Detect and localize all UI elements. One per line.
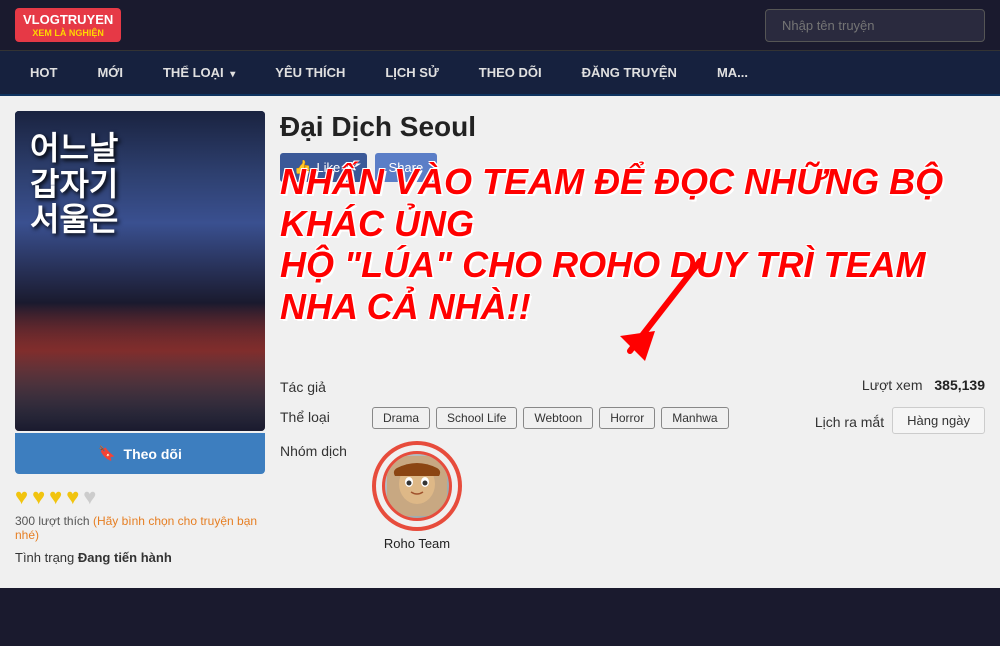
nav-yeuthich[interactable]: YÊU THÍCH xyxy=(255,51,365,94)
bookmark-icon: 🔖 xyxy=(98,445,115,462)
thumbs-up-icon: 👍 xyxy=(294,159,311,176)
meta-author-views: Tác giả Lượt xem 385,139 xyxy=(280,377,985,407)
genre-manhwa[interactable]: Manhwa xyxy=(661,407,728,429)
author-col: Tác giả xyxy=(280,377,832,407)
nav-theodoi[interactable]: THEO DÕI xyxy=(459,51,562,94)
views-row: Lượt xem 385,139 xyxy=(862,377,985,395)
like-count: 0 xyxy=(345,160,352,175)
manga-cover: VLOGTRUYEN XEM LÀ NGHIỆN 어느날갑자기서울은 xyxy=(15,111,265,431)
star-4[interactable]: ♥ xyxy=(66,484,79,510)
star-3[interactable]: ♥ xyxy=(49,484,62,510)
schedule-col: Lịch ra mắt Hàng ngày xyxy=(815,407,985,441)
translator-group[interactable]: Roho Team xyxy=(372,441,462,551)
genre-drama[interactable]: Drama xyxy=(372,407,430,429)
genre-row: Thể loại Drama School Life Webtoon Horro… xyxy=(280,407,785,429)
header: VLOGTRUYEN XEM LÀ NGHIỆN xyxy=(0,0,1000,51)
avatar xyxy=(382,451,452,521)
meta-section: Tác giả Lượt xem 385,139 Thể loại Drama … xyxy=(280,377,985,551)
main-content: VLOGTRUYEN XEM LÀ NGHIỆN 어느날갑자기서울은 🔖 The… xyxy=(0,96,1000,588)
nav-hot[interactable]: HOT xyxy=(10,51,77,94)
left-panel: VLOGTRUYEN XEM LÀ NGHIỆN 어느날갑자기서울은 🔖 The… xyxy=(15,111,265,573)
logo[interactable]: VLOGTRUYEN XEM LÀ NGHIỆN xyxy=(15,8,121,42)
genre-horror[interactable]: Horror xyxy=(599,407,655,429)
nav-more[interactable]: MA... xyxy=(697,51,768,94)
share-button[interactable]: Share xyxy=(375,153,438,182)
like-label: Like xyxy=(316,160,340,175)
views-col: Lượt xem 385,139 xyxy=(862,377,985,407)
genre-schoollife[interactable]: School Life xyxy=(436,407,517,429)
author-label: Tác giả xyxy=(280,377,360,395)
schedule-value: Hàng ngày xyxy=(892,407,985,434)
schedule-label: Lịch ra mắt xyxy=(815,412,884,430)
logo-icon: VLOGTRUYEN XEM LÀ NGHIỆN xyxy=(15,8,121,42)
nav-moi[interactable]: MỚI xyxy=(77,51,143,94)
status-row: Tình trạng Đang tiến hành xyxy=(15,542,265,573)
rating-info: 300 lượt thích (Hãy bình chọn cho truyện… xyxy=(15,514,265,542)
translator-name: Roho Team xyxy=(384,536,450,551)
manga-title: Đại Dịch Seoul xyxy=(280,111,985,143)
star-5[interactable]: ♥ xyxy=(83,484,96,510)
translator-label: Nhóm dịch xyxy=(280,441,360,459)
translator-row: Nhóm dịch xyxy=(280,441,985,551)
genre-webtoon[interactable]: Webtoon xyxy=(523,407,593,429)
schedule-row: Lịch ra mắt Hàng ngày xyxy=(815,407,985,434)
nav-dangtruyen[interactable]: ĐĂNG TRUYỆN xyxy=(562,51,697,94)
status-value: Đang tiến hành xyxy=(78,550,172,565)
genre-col: Thể loại Drama School Life Webtoon Horro… xyxy=(280,407,785,441)
genre-tags: Drama School Life Webtoon Horror Manhwa xyxy=(372,407,729,429)
follow-button[interactable]: 🔖 Theo dõi xyxy=(15,433,265,474)
meta-genre-schedule: Thể loại Drama School Life Webtoon Horro… xyxy=(280,407,985,441)
rating-count: 300 lượt thích xyxy=(15,514,90,528)
translator-circle xyxy=(372,441,462,531)
genre-label: Thể loại xyxy=(280,407,360,425)
main-nav: HOT MỚI THỂ LOẠI ▾ YÊU THÍCH LỊCH SỬ THE… xyxy=(0,51,1000,96)
status-label: Tình trạng xyxy=(15,550,78,565)
right-panel: Đại Dịch Seoul 👍 Like 0 Share NHẤN VÀO T… xyxy=(280,111,985,573)
search-input[interactable] xyxy=(765,9,985,42)
author-row: Tác giả xyxy=(280,377,832,395)
cover-text: 어느날갑자기서울은 xyxy=(30,131,118,237)
red-arrow-icon xyxy=(600,251,720,371)
cover-image: VLOGTRUYEN XEM LÀ NGHIỆN 어느날갑자기서울은 xyxy=(15,111,265,431)
star-2[interactable]: ♥ xyxy=(32,484,45,510)
nav-theloai[interactable]: THỂ LOẠI ▾ xyxy=(143,51,255,94)
star-1[interactable]: ♥ xyxy=(15,484,28,510)
stars-row: ♥ ♥ ♥ ♥ ♥ xyxy=(15,474,265,514)
action-row: 👍 Like 0 Share xyxy=(280,153,985,182)
like-button[interactable]: 👍 Like 0 xyxy=(280,153,367,182)
nav-lichsu[interactable]: LỊCH SỬ xyxy=(365,51,458,94)
chevron-down-icon: ▾ xyxy=(230,69,235,80)
